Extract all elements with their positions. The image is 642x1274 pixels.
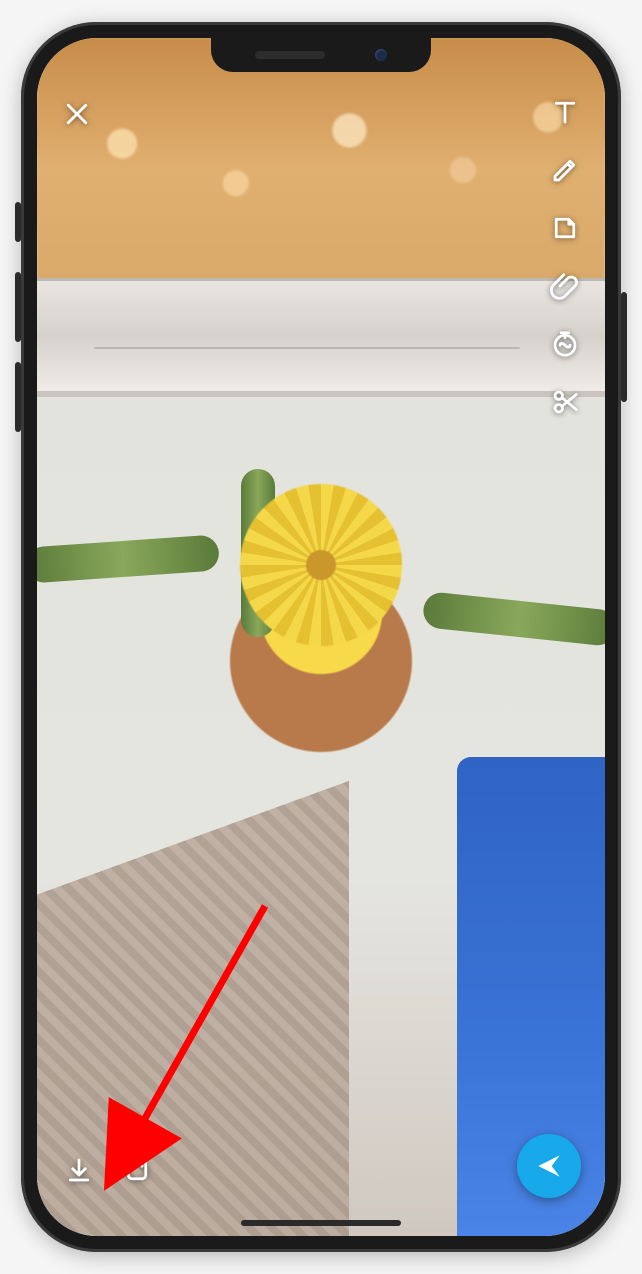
annotation-arrow	[115, 896, 285, 1156]
right-toolbar	[547, 94, 583, 420]
timer-icon	[550, 329, 580, 359]
text-icon	[550, 97, 580, 127]
sticker-icon	[550, 213, 580, 243]
close-icon	[62, 99, 92, 129]
download-icon	[64, 1155, 94, 1185]
draw-tool-button[interactable]	[547, 152, 583, 188]
notch	[211, 38, 431, 72]
send-button[interactable]	[517, 1134, 581, 1198]
text-tool-button[interactable]	[547, 94, 583, 130]
volume-up-button	[15, 272, 21, 342]
crop-tool-button[interactable]	[547, 384, 583, 420]
send-icon	[533, 1150, 565, 1182]
bottom-toolbar	[61, 1152, 155, 1188]
add-story-icon	[122, 1155, 152, 1185]
sticker-tool-button[interactable]	[547, 210, 583, 246]
front-camera	[375, 49, 387, 61]
timer-tool-button[interactable]	[547, 326, 583, 362]
scissors-icon	[550, 387, 580, 417]
close-button[interactable]	[59, 96, 95, 132]
speaker	[255, 51, 325, 59]
volume-down-button	[15, 362, 21, 432]
save-button[interactable]	[61, 1152, 97, 1188]
add-story-button[interactable]	[119, 1152, 155, 1188]
mute-switch	[15, 202, 21, 242]
screen	[37, 38, 605, 1236]
power-button	[621, 292, 627, 402]
phone-frame	[21, 22, 621, 1252]
snap-edit-ui	[37, 38, 605, 1236]
home-indicator	[241, 1220, 401, 1226]
paperclip-icon	[550, 271, 580, 301]
attach-tool-button[interactable]	[547, 268, 583, 304]
pencil-icon	[550, 155, 580, 185]
